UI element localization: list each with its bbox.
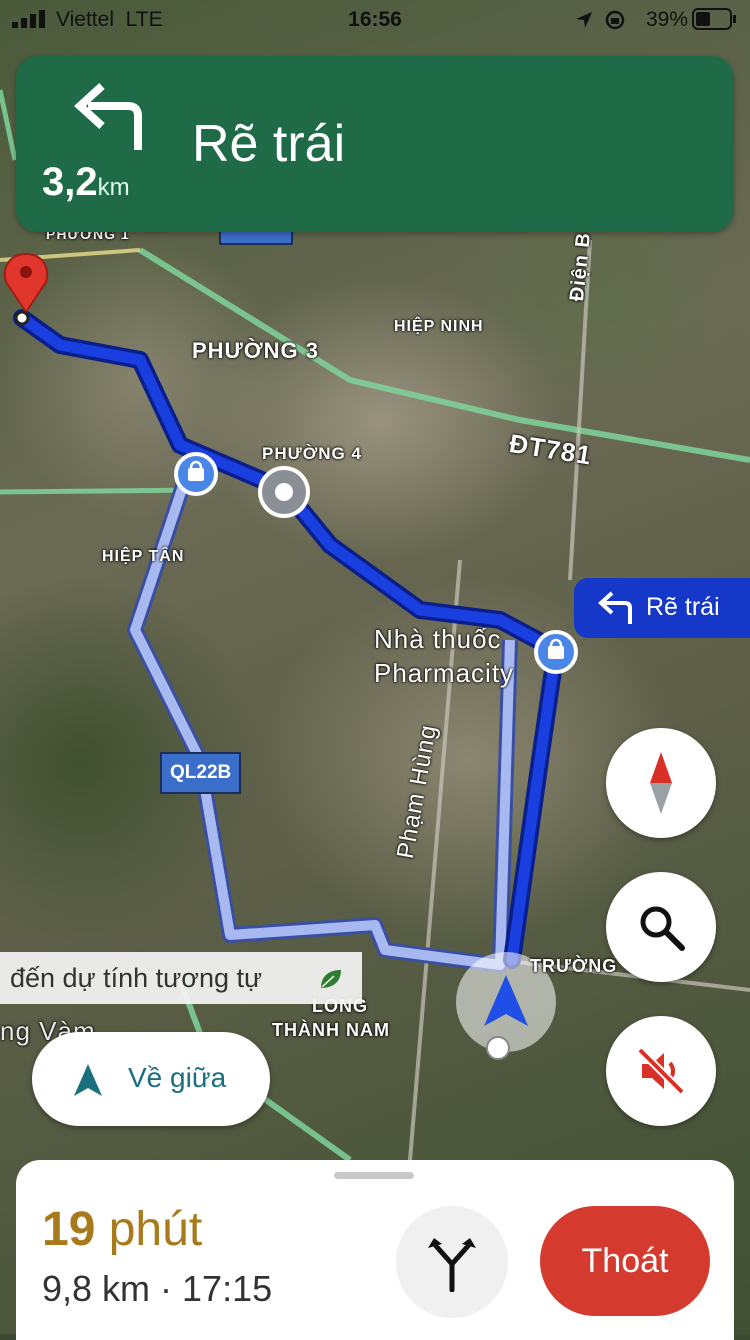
callout-label: Rẽ trái (646, 593, 720, 621)
waypoint-icon[interactable] (258, 466, 310, 518)
recenter-label: Về giữa (128, 1062, 227, 1093)
search-icon (640, 906, 685, 951)
shopping-marker-icon[interactable] (174, 452, 218, 496)
similar-route-text: đến dự tính tương tự (10, 963, 263, 993)
label-hiep-tan: HIỆP TÂN (102, 548, 185, 565)
shopping-marker-icon[interactable] (534, 630, 578, 674)
trip-distance-arrival: 9,8 km · 17:15 (42, 1268, 273, 1309)
status-bar: Viettel LTE 16:56 39% (0, 0, 750, 40)
leaf-icon (321, 970, 341, 988)
exit-navigation-button[interactable]: Thoát (540, 1206, 710, 1316)
turn-left-arrow-icon (598, 591, 632, 624)
sound-off-icon (637, 1047, 685, 1095)
turn-instruction: Rẽ trái (192, 115, 346, 173)
road-green-nw (0, 89, 18, 161)
turn-callout: Rẽ trái (574, 578, 750, 638)
label-pharmacy-line2: Pharmacity (374, 658, 515, 688)
alternate-routes-button[interactable] (396, 1206, 508, 1318)
road-green-west (0, 487, 201, 495)
mute-button[interactable] (606, 1016, 716, 1126)
navigation-banner[interactable]: 3,2km Rẽ trái (16, 56, 734, 232)
sheet-grip-handle[interactable] (334, 1172, 414, 1179)
label-thanh-nam: THÀNH NAM (272, 1020, 390, 1040)
compass-icon (650, 752, 672, 814)
search-button[interactable] (606, 872, 716, 982)
orientation-lock-icon (605, 10, 625, 30)
recenter-button[interactable]: Về giữa (32, 1032, 270, 1126)
route-shield-ql22b: QL22B (160, 752, 242, 794)
battery-percent: 39% (645, 8, 688, 31)
turn-left-arrow-icon (74, 83, 142, 150)
navigation-arrow-icon (74, 1064, 102, 1096)
location-arrow-icon (576, 12, 592, 28)
clock: 16:56 (348, 8, 402, 31)
label-pharmacy-line1: Nhà thuốc (374, 624, 502, 654)
compass-button[interactable] (606, 728, 716, 838)
similar-route-label[interactable]: đến dự tính tương tự (0, 952, 362, 1004)
alt-route (130, 478, 515, 970)
destination-pin-icon[interactable] (3, 252, 49, 326)
battery-icon (692, 8, 736, 30)
turn-distance: 3,2km (42, 160, 130, 204)
label-phuong3: PHƯỜNG 3 (192, 338, 319, 363)
trip-duration: 19 phút (42, 1203, 203, 1256)
label-truong: TRƯỜNG (530, 956, 618, 976)
alt-route-outline (127, 477, 518, 973)
label-phuong4: PHƯỜNG 4 (262, 444, 362, 463)
label-hiep-ninh: HIỆP NINH (394, 318, 484, 335)
route-fork-icon (428, 1238, 476, 1292)
